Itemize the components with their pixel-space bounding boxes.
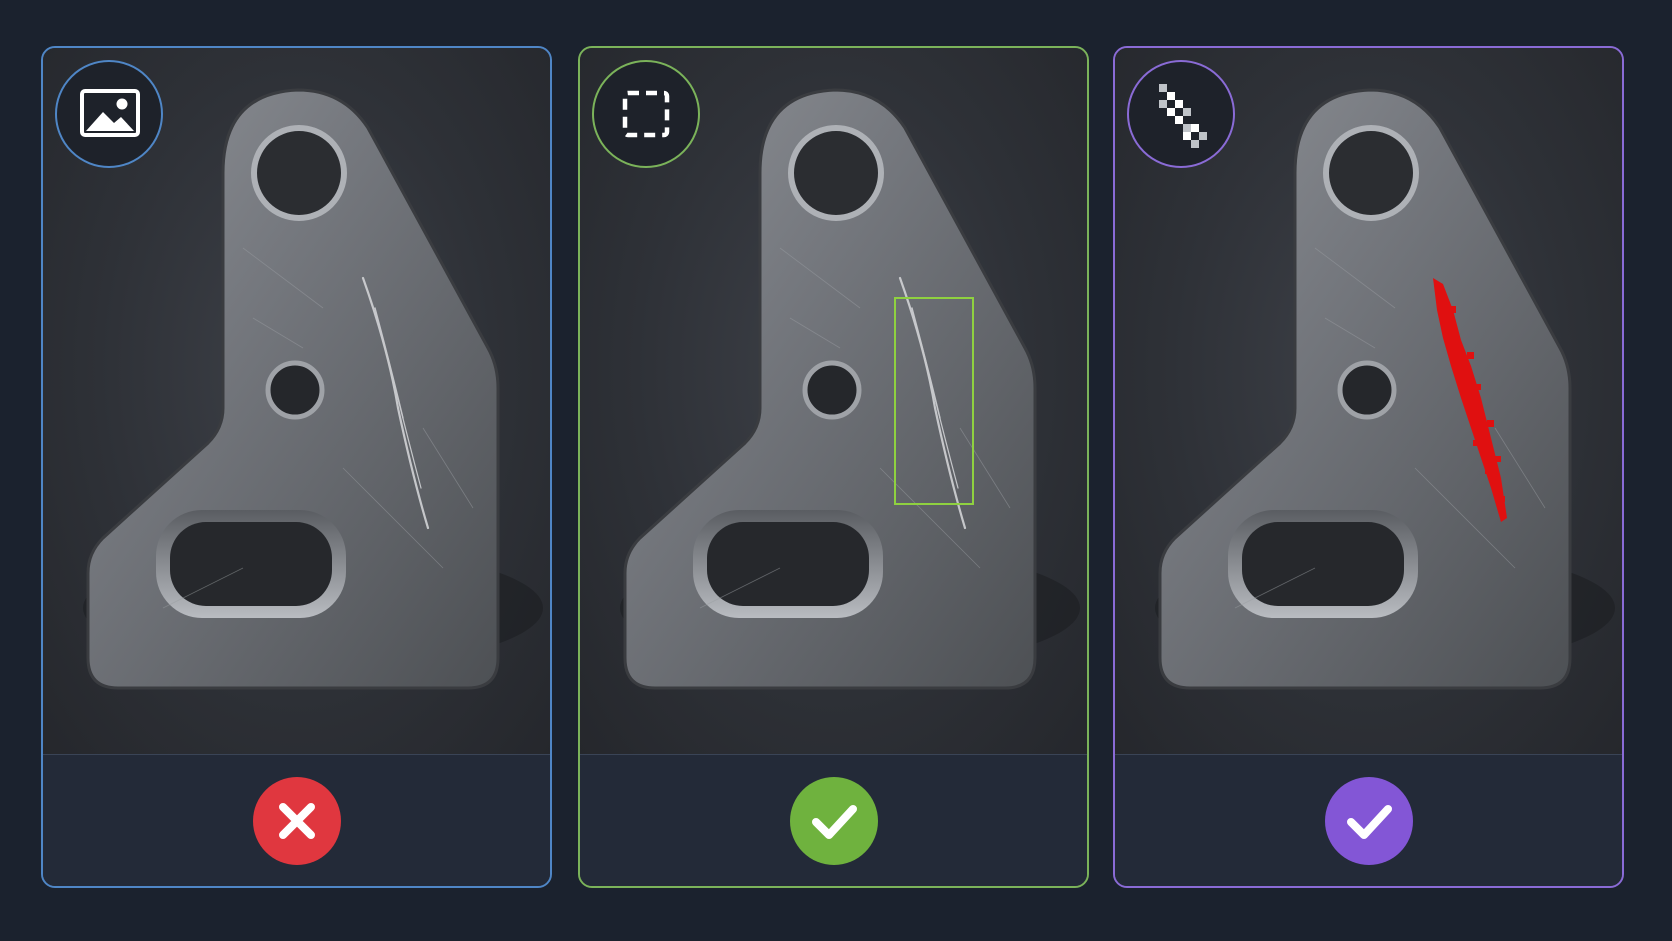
panel-bounding-box[interactable] xyxy=(578,46,1089,888)
panel-footer xyxy=(1115,754,1622,886)
x-icon xyxy=(252,776,341,865)
check-icon xyxy=(789,776,878,865)
image-icon xyxy=(55,60,163,168)
panel-pixel-mask[interactable] xyxy=(1113,46,1624,888)
panel-footer xyxy=(43,754,550,886)
bounding-box-icon xyxy=(592,60,700,168)
panel-original-image[interactable] xyxy=(41,46,552,888)
panel-footer xyxy=(580,754,1087,886)
pixel-mask-icon xyxy=(1127,60,1235,168)
check-icon xyxy=(1324,776,1413,865)
